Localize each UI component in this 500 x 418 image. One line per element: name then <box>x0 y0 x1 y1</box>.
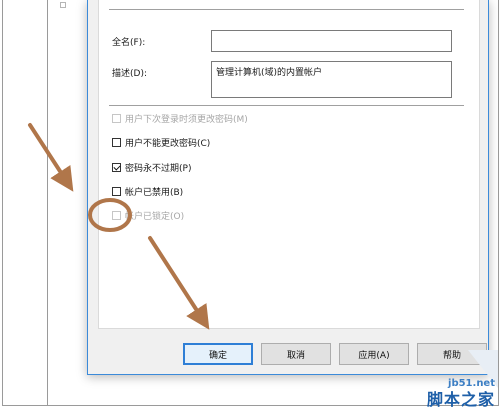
cannot-change-password-checkbox[interactable]: 用户不能更改密码(C) <box>112 135 210 149</box>
separator-line <box>109 105 464 106</box>
account-properties-dialog: 全名(F): 描述(D): 管理计算机(域)的内置帐户 用户下次登录时须更改密码… <box>87 0 489 375</box>
site-watermark: jb51.net 脚本之家 <box>425 377 495 415</box>
watermark-name: 脚本之家 <box>426 390 495 409</box>
background-window-right-border <box>498 0 499 406</box>
account-locked-checkbox: 帐户已锁定(O) <box>112 208 184 222</box>
full-name-field[interactable] <box>211 30 452 52</box>
checkbox-box[interactable] <box>112 162 121 172</box>
cancel-button[interactable]: 取消 <box>261 343 331 365</box>
checkbox-label: 用户不能更改密码(C) <box>125 138 211 149</box>
account-disabled-checkbox[interactable]: 帐户已禁用(B) <box>112 184 183 198</box>
separator-line <box>109 9 464 10</box>
checkbox-label: 用户下次登录时须更改密码(M) <box>125 114 248 125</box>
checkbox-label: 帐户已锁定(O) <box>125 211 185 222</box>
password-never-expires-checkbox[interactable]: 密码永不过期(P) <box>112 160 191 174</box>
checkbox-box <box>112 210 121 220</box>
checkbox-box[interactable] <box>112 186 121 196</box>
background-window-mark <box>60 2 66 8</box>
full-name-label: 全名(F): <box>112 38 146 48</box>
watermark-domain: jb51.net <box>448 378 495 389</box>
general-tab-panel: 全名(F): 描述(D): 管理计算机(域)的内置帐户 用户下次登录时须更改密码… <box>98 0 480 329</box>
background-window-border <box>2 0 3 405</box>
background-window-divider <box>47 0 48 405</box>
checkbox-box <box>112 113 121 123</box>
ok-button[interactable]: 确定 <box>183 343 253 365</box>
help-button[interactable]: 帮助 <box>417 343 487 365</box>
apply-button[interactable]: 应用(A) <box>339 343 409 365</box>
checkbox-label: 密码永不过期(P) <box>125 163 192 174</box>
description-field[interactable]: 管理计算机(域)的内置帐户 <box>211 61 452 98</box>
background-window-bottom-border <box>2 405 498 406</box>
checkbox-box[interactable] <box>112 137 121 147</box>
checkbox-label: 帐户已禁用(B) <box>125 187 184 198</box>
must-change-password-checkbox: 用户下次登录时须更改密码(M) <box>112 111 248 125</box>
description-label: 描述(D): <box>112 69 147 79</box>
